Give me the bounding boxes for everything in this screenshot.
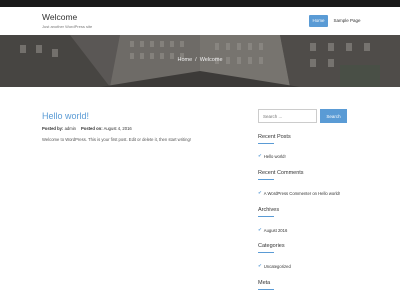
widget-link-label[interactable]: Hello world!	[264, 154, 286, 159]
nav-item-home[interactable]: Home	[309, 15, 329, 27]
widget-link-recent-post[interactable]: ✔ Hello world!	[258, 153, 286, 159]
search-input[interactable]	[258, 109, 317, 123]
posted-by-label: Posted by:	[42, 126, 64, 131]
check-icon: ✔	[258, 190, 262, 195]
main-nav: Home Sample Page	[309, 15, 364, 27]
widget-link-archive[interactable]: ✔ August 2016	[258, 227, 287, 233]
nav-item-sample-page[interactable]: Sample Page	[330, 15, 364, 27]
widget-link-label[interactable]: Uncategorized	[264, 264, 291, 269]
widget-link-label[interactable]: A WordPress Commenter on Hello world!	[264, 191, 340, 196]
search-button[interactable]: Search	[320, 109, 347, 123]
site-tagline: Just another WordPress site	[42, 24, 93, 29]
breadcrumb-home[interactable]: Home	[177, 57, 192, 63]
post-title[interactable]: Hello world!	[42, 111, 89, 121]
widget-title-recent-comments: Recent Comments	[258, 170, 304, 176]
breadcrumb-current: Welcome	[199, 57, 223, 63]
post-excerpt: Welcome to WordPress. This is your first…	[42, 137, 191, 142]
posted-on-label: Posted on:	[80, 126, 103, 131]
widget-divider	[258, 143, 274, 144]
widget-link-category[interactable]: ✔ Uncategorized	[258, 263, 291, 269]
widget-divider	[258, 289, 274, 290]
check-icon: ✔	[258, 263, 262, 268]
widget-title-categories: Categories	[258, 243, 285, 249]
site-header: Welcome Just another WordPress site Home…	[0, 7, 400, 35]
site-title[interactable]: Welcome	[42, 12, 77, 22]
widget-title-meta: Meta	[258, 280, 271, 286]
widget-link-recent-comment[interactable]: ✔ A WordPress Commenter on Hello world!	[258, 190, 340, 196]
widget-title-archives: Archives	[258, 207, 280, 213]
breadcrumb: Home / Welcome	[0, 57, 400, 63]
widget-divider	[258, 252, 274, 253]
widget-link-label[interactable]: August 2016	[264, 228, 288, 233]
main-content: Hello world! Posted by: admin Posted on:…	[0, 87, 400, 300]
widget-title-recent-posts: Recent Posts	[258, 134, 291, 140]
widget-divider	[258, 216, 274, 217]
check-icon: ✔	[258, 153, 262, 158]
post-date[interactable]: August 4, 2016	[104, 126, 132, 131]
search-form: Search	[258, 109, 358, 123]
search-widget: Search	[258, 109, 358, 123]
post-date-meta: Posted on: August 4, 2016	[81, 126, 132, 131]
post-author-meta: Posted by: admin	[42, 126, 76, 131]
post-meta: Posted by: admin Posted on: August 4, 20…	[42, 126, 132, 131]
top-bar	[0, 0, 400, 7]
header-banner-image: Home / Welcome	[0, 35, 400, 87]
widget-divider	[258, 179, 274, 180]
post-author[interactable]: admin	[65, 126, 76, 131]
breadcrumb-separator: /	[195, 57, 197, 63]
check-icon: ✔	[258, 227, 262, 232]
